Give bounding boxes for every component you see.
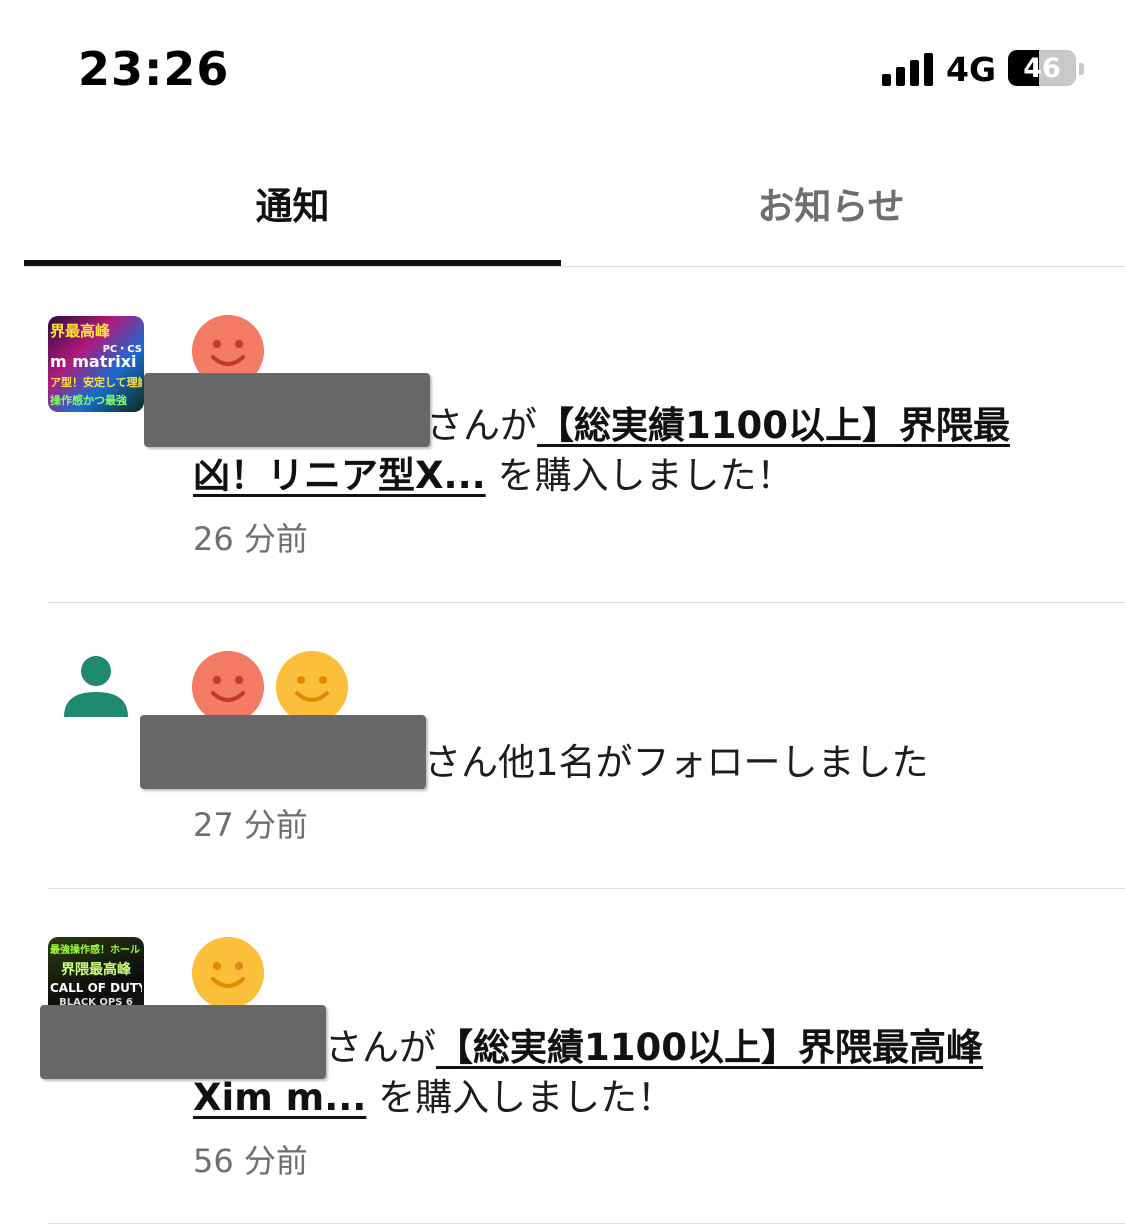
tab-announcements[interactable]: お知らせ: [561, 140, 1101, 265]
thumb-text: 界隈最高峰: [61, 962, 131, 978]
thumb-text: 操作感かつ最強: [50, 394, 127, 407]
notification-text: さんが【総実績1100以上】界隈最高峰: [325, 1022, 983, 1074]
notification-text: さんが【総実績1100以上】界隈最: [426, 400, 1010, 452]
product-link-continued[interactable]: 凶！リニア型X...: [193, 454, 486, 497]
list-divider: [48, 1223, 1125, 1224]
thumb-text: CALL OF DUTY: [50, 981, 142, 995]
notification-item[interactable]: 最強操作感！ホールド 界隈最高峰 CALL OF DUTY BLACK OPS …: [0, 889, 1125, 1225]
timestamp: 56 分前: [193, 1142, 308, 1180]
text-segment: さんが: [426, 404, 537, 447]
timestamp: 27 分前: [193, 806, 308, 844]
thumb-text: 最強操作感！ホールド: [50, 945, 142, 956]
battery-nub: [1079, 63, 1084, 75]
network-type: 4G: [946, 50, 997, 89]
notification-text-line2: 凶！リニア型X... を購入しました！: [193, 450, 793, 502]
redacted-username: [140, 715, 426, 789]
battery-icon: 46: [1008, 50, 1076, 86]
notification-item[interactable]: さん他1名がフォローしました 27 分前: [0, 603, 1125, 889]
person-icon: [64, 656, 128, 717]
tab-notifications[interactable]: 通知: [24, 140, 561, 265]
text-segment: を購入しました！: [366, 1076, 675, 1119]
product-thumbnail[interactable]: 界最高峰 PC・CS m matrixi ア型！安定して理論 操作感かつ最強: [48, 316, 144, 412]
notification-text-line2: Xim m... を購入しました！: [193, 1072, 674, 1124]
tab-bar: 通知 お知らせ: [0, 140, 1125, 267]
notification-item[interactable]: 界最高峰 PC・CS m matrixi ア型！安定して理論 操作感かつ最強 さ…: [0, 267, 1125, 603]
smiley-avatar-icon: [276, 651, 348, 723]
product-link[interactable]: 【総実績1100以上】界隈最高峰: [436, 1026, 983, 1069]
thumb-text: ア型！安定して理論: [50, 376, 142, 389]
product-link[interactable]: 【総実績1100以上】界隈最: [537, 404, 1010, 447]
redacted-username: [40, 1005, 326, 1079]
text-segment: さんが: [325, 1026, 436, 1069]
notification-text: さん他1名がフォローしました: [424, 741, 929, 784]
signal-strength-icon: [882, 52, 934, 86]
smiley-avatar-icon: [192, 937, 264, 1009]
status-bar: 23:26 4G 46: [0, 0, 1125, 140]
status-time: 23:26: [78, 42, 230, 96]
timestamp: 26 分前: [193, 520, 308, 558]
product-link-continued[interactable]: Xim m...: [193, 1076, 366, 1119]
text-segment: を購入しました！: [485, 454, 794, 497]
battery-level: 46: [1023, 52, 1061, 84]
smiley-avatar-icon: [192, 651, 264, 723]
thumb-text: m matrixi: [50, 352, 137, 371]
redacted-username: [144, 373, 430, 447]
thumb-text: 界最高峰: [50, 322, 111, 340]
